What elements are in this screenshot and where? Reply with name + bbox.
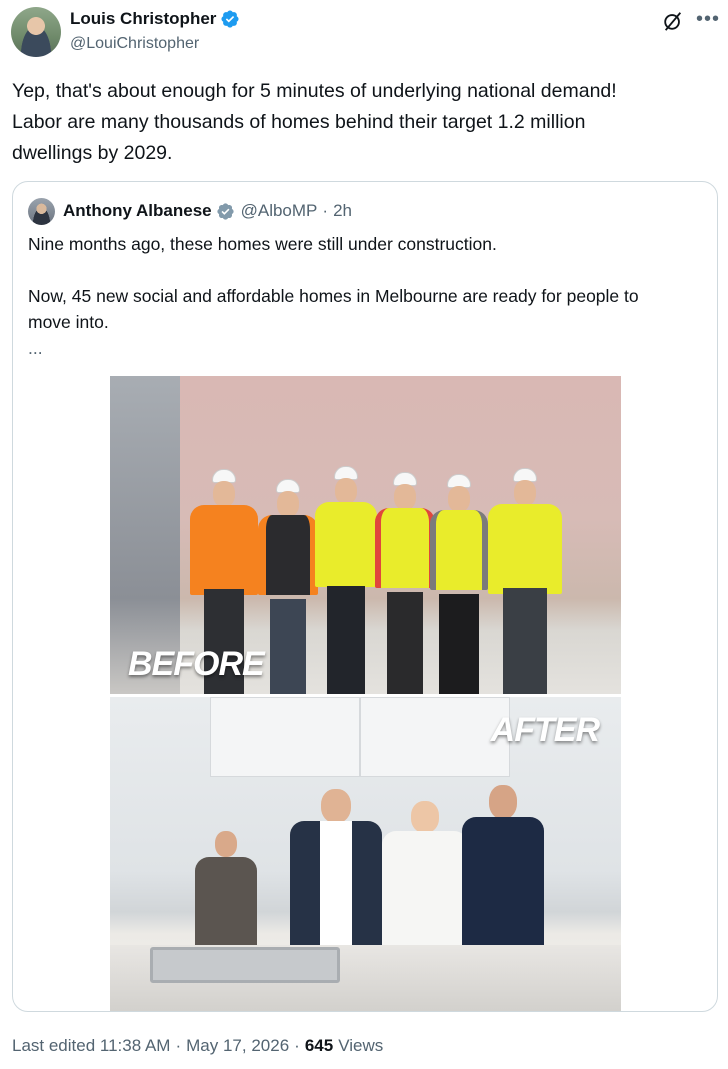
before-photo[interactable]: BEFORE xyxy=(110,376,621,694)
tweet-line: Yep, that's about enough for 5 minutes o… xyxy=(12,80,617,102)
person xyxy=(258,479,318,694)
author-block[interactable]: Louis Christopher @LouiChristopher xyxy=(70,9,240,53)
grok-icon[interactable] xyxy=(662,10,684,32)
tweet-text: Yep, that's about enough for 5 minutes o… xyxy=(12,76,712,169)
photo-cabinet xyxy=(210,697,360,777)
person xyxy=(430,474,488,694)
post-date[interactable]: May 17, 2026 xyxy=(186,1035,289,1057)
quoted-text-line: move into. xyxy=(28,312,109,332)
separator-dot: · xyxy=(294,1036,300,1055)
last-edited[interactable]: Last edited 11:38 AM xyxy=(12,1035,170,1057)
quoted-text-line: Nine months ago, these homes were still … xyxy=(28,234,497,254)
views-label: Views xyxy=(338,1036,384,1055)
tweet-footer: Last edited 11:38 AM · May 17, 2026 · 64… xyxy=(12,1035,383,1057)
more-icon[interactable]: ••• xyxy=(696,9,720,29)
quoted-author-name: Anthony Albanese xyxy=(63,201,212,220)
quoted-timestamp: 2h xyxy=(333,201,352,220)
tweet-line: dwellings by 2029. xyxy=(12,142,173,164)
quoted-author-handle: @AlboMP xyxy=(240,201,318,220)
person xyxy=(488,468,562,694)
person xyxy=(315,466,377,694)
tweet-line: Labor are many thousands of homes behind… xyxy=(12,111,586,133)
person xyxy=(375,472,435,694)
author-handle[interactable]: @LouiChristopher xyxy=(70,35,240,53)
quoted-author-avatar xyxy=(28,198,55,225)
verified-badge-icon xyxy=(216,202,234,220)
author-name[interactable]: Louis Christopher xyxy=(70,9,216,29)
verified-badge-icon xyxy=(221,10,239,28)
after-label: AFTER xyxy=(490,711,600,749)
quoted-ellipsis: ... xyxy=(28,338,43,358)
quoted-tweet[interactable]: Anthony Albanese @AlboMP · 2h Nine month… xyxy=(12,181,718,1012)
separator-dot: · xyxy=(322,201,329,220)
after-photo[interactable]: AFTER xyxy=(110,697,621,1011)
quoted-text-line: Now, 45 new social and affordable homes … xyxy=(28,286,639,306)
views-count: 645 xyxy=(304,1036,334,1055)
separator-dot: · xyxy=(175,1036,182,1055)
before-label: BEFORE xyxy=(128,645,265,683)
photo-cabinet xyxy=(360,697,510,777)
author-avatar[interactable] xyxy=(11,7,61,57)
quoted-text: Nine months ago, these homes were still … xyxy=(28,231,708,361)
kitchen-sink xyxy=(150,947,340,983)
